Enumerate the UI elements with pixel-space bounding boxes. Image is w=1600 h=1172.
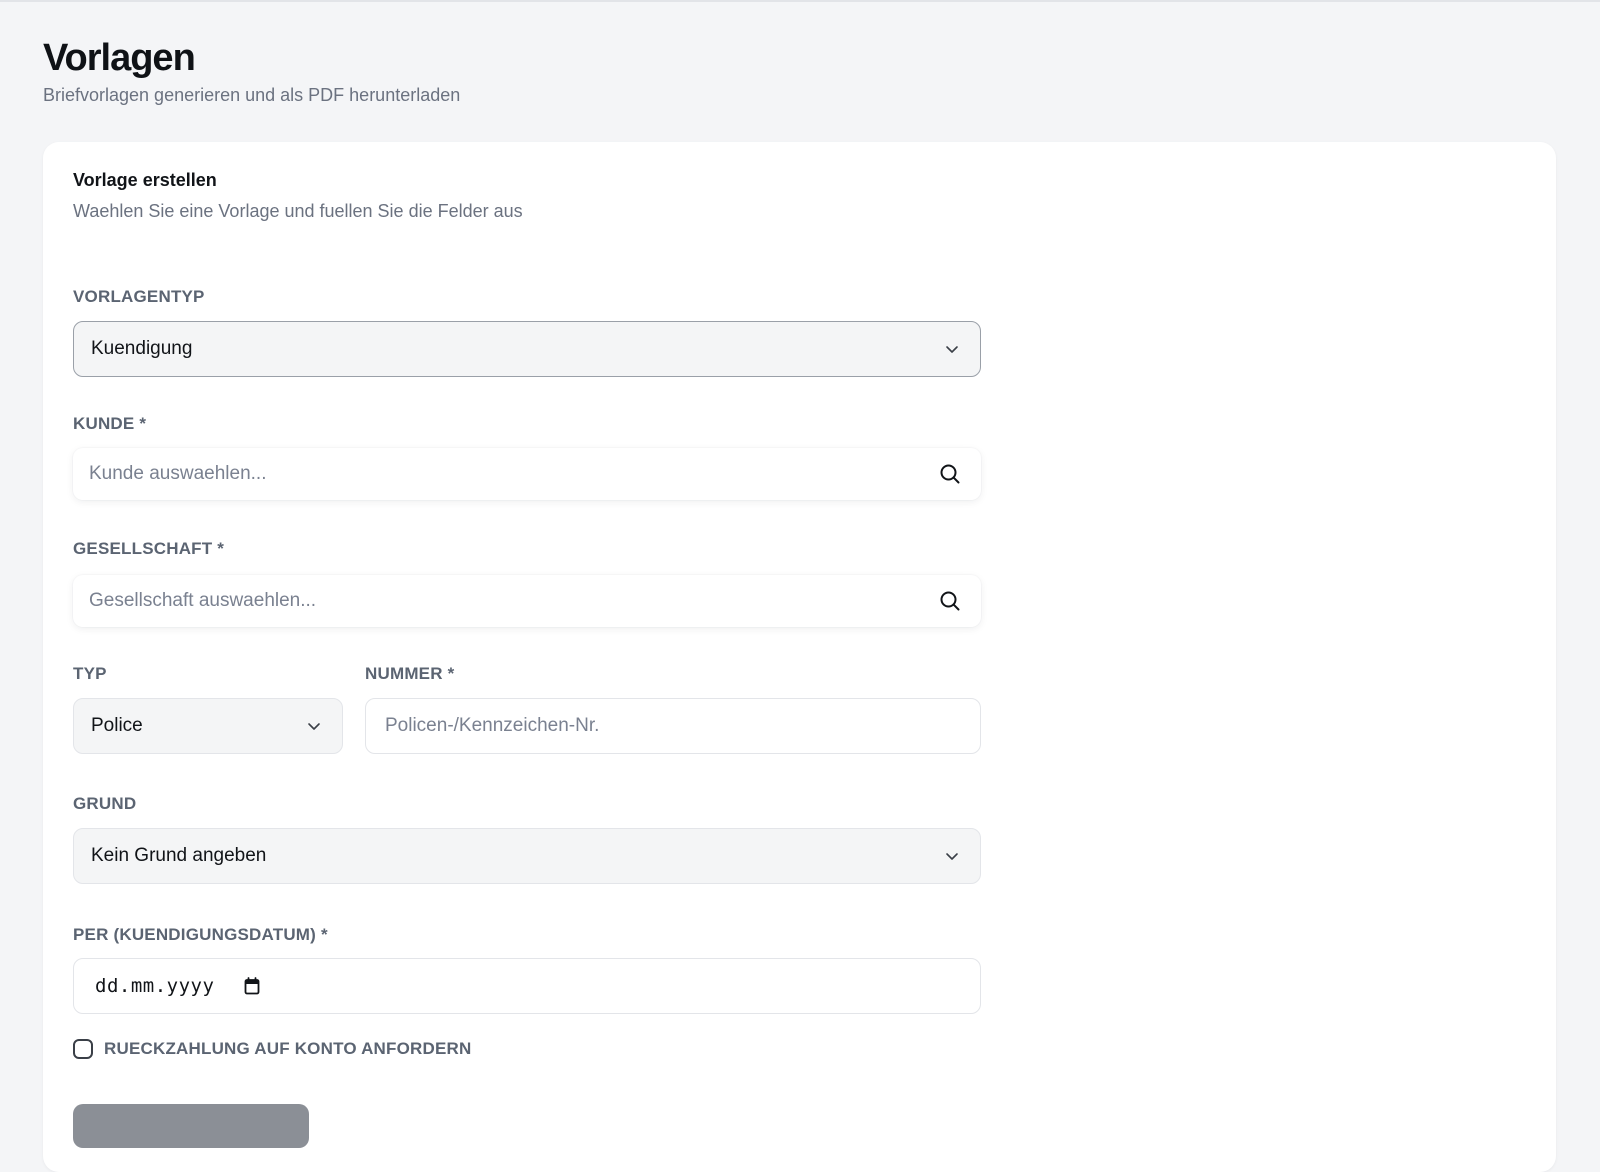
page-header: Vorlagen Briefvorlagen generieren und al… bbox=[43, 36, 460, 107]
grund-value: Kein Grund angeben bbox=[91, 845, 267, 866]
grund-select[interactable]: Kein Grund angeben bbox=[73, 828, 981, 884]
card-title: Vorlage erstellen bbox=[73, 170, 217, 190]
typ-label: TYP bbox=[73, 664, 107, 683]
submit-button[interactable] bbox=[73, 1104, 309, 1148]
gesellschaft-label: GESELLSCHAFT * bbox=[73, 539, 225, 558]
nummer-input[interactable] bbox=[366, 699, 980, 753]
chevron-down-icon bbox=[308, 723, 320, 730]
chevron-down-icon bbox=[946, 853, 958, 860]
rueckzahlung-label: RUECKZAHLUNG AUF KONTO ANFORDERN bbox=[104, 1039, 472, 1058]
rueckzahlung-checkbox[interactable] bbox=[73, 1039, 93, 1059]
kunde-search-field bbox=[73, 447, 981, 501]
card-description: Waehlen Sie eine Vorlage und fuellen Sie… bbox=[73, 201, 523, 221]
per-date-field[interactable]: dd.mm.yyyy bbox=[73, 958, 981, 1014]
nummer-field bbox=[365, 698, 981, 754]
top-edge-divider bbox=[0, 0, 1600, 2]
template-form-card: Vorlage erstellen Waehlen Sie eine Vorla… bbox=[43, 142, 1556, 1172]
kunde-label: KUNDE * bbox=[73, 414, 147, 433]
search-icon[interactable] bbox=[939, 590, 961, 612]
vorlagentyp-value: Kuendigung bbox=[91, 338, 193, 359]
per-date-label: PER (KUENDIGUNGSDATUM) * bbox=[73, 925, 328, 944]
gesellschaft-search-field bbox=[73, 574, 981, 628]
rueckzahlung-option[interactable]: RUECKZAHLUNG AUF KONTO ANFORDERN bbox=[73, 1039, 471, 1059]
typ-select[interactable]: Police bbox=[73, 698, 343, 754]
search-icon[interactable] bbox=[939, 463, 961, 485]
vorlagentyp-label: VORLAGENTYP bbox=[73, 287, 205, 306]
kunde-search-input[interactable] bbox=[73, 447, 981, 501]
per-date-input[interactable]: dd.mm.yyyy bbox=[95, 975, 214, 997]
page-subtitle: Briefvorlagen generieren und als PDF her… bbox=[43, 85, 461, 105]
vorlagentyp-select[interactable]: Kuendigung bbox=[73, 321, 981, 377]
gesellschaft-search-input[interactable] bbox=[73, 574, 981, 628]
grund-label: GRUND bbox=[73, 794, 137, 813]
calendar-icon[interactable] bbox=[244, 977, 260, 995]
page-title: Vorlagen bbox=[43, 37, 196, 79]
nummer-label: NUMMER * bbox=[365, 664, 455, 683]
chevron-down-icon bbox=[946, 346, 958, 353]
typ-value: Police bbox=[91, 715, 143, 736]
